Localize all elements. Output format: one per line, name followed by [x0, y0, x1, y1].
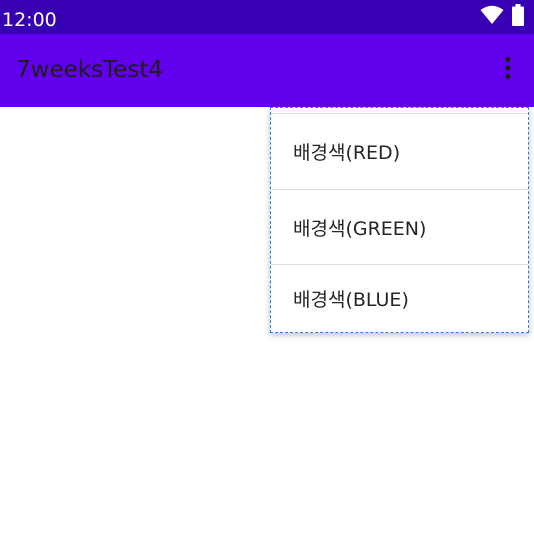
status-time: 12:00 — [2, 9, 57, 31]
options-popup-menu: 배경색(RED) 배경색(GREEN) 배경색(BLUE) — [270, 107, 529, 333]
battery-icon — [512, 4, 524, 30]
status-bar: 12:00 — [0, 0, 534, 34]
menu-item-bg-blue[interactable]: 배경색(BLUE) — [271, 265, 528, 331]
status-icons — [480, 4, 524, 30]
app-bar: 7weeksTest4 — [0, 34, 534, 107]
menu-item-label: 배경색(BLUE) — [293, 288, 409, 311]
menu-item-label: 배경색(RED) — [293, 142, 401, 164]
menu-item-bg-red[interactable]: 배경색(RED) — [271, 114, 528, 189]
overflow-menu-button[interactable] — [496, 54, 520, 86]
menu-item-bg-green[interactable]: 배경색(GREEN) — [271, 190, 528, 265]
menu-item-label: 배경색(GREEN) — [293, 218, 427, 240]
wifi-icon — [480, 5, 504, 29]
app-title: 7weeksTest4 — [16, 57, 163, 83]
more-vert-icon — [505, 56, 511, 84]
